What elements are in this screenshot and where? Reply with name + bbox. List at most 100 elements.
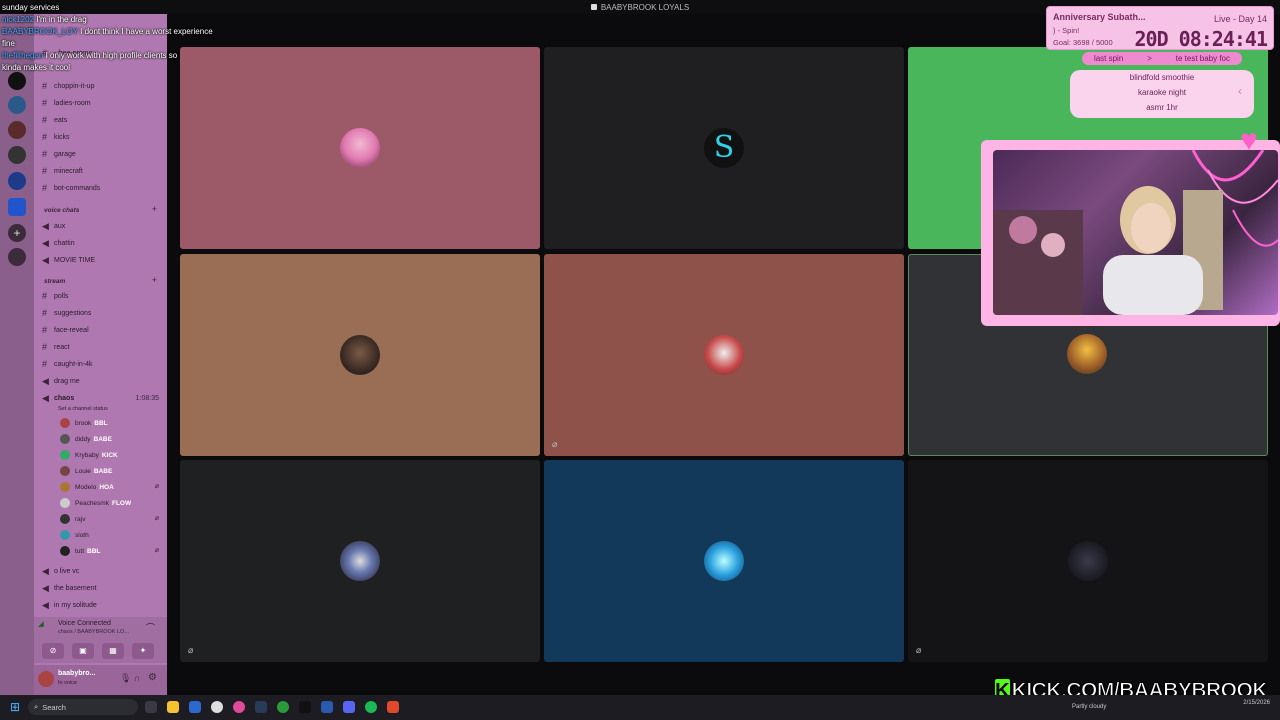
app-icon[interactable] — [189, 701, 201, 713]
voice-member[interactable]: rajv — [60, 512, 88, 526]
brave-icon[interactable] — [387, 701, 399, 713]
channel-item[interactable]: # polls — [42, 289, 68, 303]
voice-member[interactable]: Louie BABE — [60, 464, 112, 478]
spin-item: asmr 1hr — [1146, 103, 1178, 112]
channel-item[interactable]: # caught-in-4k — [42, 357, 93, 371]
app-root: BAABYBROOK LOYALS + # - free-promo - # cho… — [0, 0, 1280, 720]
activities-icon[interactable]: ▦ — [102, 643, 124, 659]
voice-connected-title: Voice Connected — [58, 620, 111, 627]
voice-channel-item[interactable]: ◀ chattin — [42, 236, 75, 250]
disconnect-icon[interactable]: ⌒ — [146, 621, 155, 634]
clock-date[interactable]: 2/15/2026 — [1243, 700, 1270, 707]
add-channel-icon[interactable]: + — [152, 204, 157, 214]
user-status: In voice — [58, 680, 77, 686]
taskbar-search[interactable]: ⌕ Search — [28, 699, 138, 715]
search-icon: ⌕ — [34, 702, 39, 711]
voice-member[interactable]: brook BBL — [60, 416, 108, 430]
participant-tile[interactable] — [180, 47, 540, 249]
avatar — [60, 482, 70, 492]
speaker-icon: ◀ — [42, 237, 49, 248]
avatar — [1068, 541, 1108, 581]
windows-start-icon[interactable]: ⊞ — [10, 701, 22, 713]
channel-item[interactable]: # suggestions — [42, 306, 91, 320]
mic-icon[interactable]: 🎙︎ — [120, 673, 131, 684]
spotify-icon[interactable] — [365, 701, 377, 713]
avatar — [340, 335, 380, 375]
server-icon[interactable] — [8, 198, 26, 216]
voice-member[interactable]: Krybaby KICK — [60, 448, 118, 462]
speaker-icon: ◀ — [42, 582, 49, 593]
hash-icon: # — [42, 166, 48, 176]
channel-item[interactable]: # face-reveal — [42, 323, 89, 337]
user-name: baabybro... — [58, 670, 96, 677]
server-icon[interactable] — [8, 146, 26, 164]
discord-icon[interactable] — [343, 701, 355, 713]
voice-member[interactable]: Peachesmk FLOW — [60, 496, 131, 510]
voice-channel-item[interactable]: ◀ in my solitude — [42, 598, 97, 612]
voice-channel-item[interactable]: ◀ o live vc — [42, 564, 79, 578]
obs-icon[interactable] — [211, 701, 223, 713]
gear-icon[interactable]: ⚙ — [148, 672, 157, 683]
file-explorer-icon[interactable] — [167, 701, 179, 713]
chat-message: BAABYBROOK_LOY I dont think I have a wor… — [2, 27, 213, 36]
channel-item[interactable]: # choppin-it-up — [42, 79, 94, 93]
participant-tile[interactable] — [180, 254, 540, 456]
hash-icon: # — [42, 115, 48, 125]
channel-item[interactable]: # ladies-room — [42, 96, 91, 110]
avatar — [340, 541, 380, 581]
channel-item[interactable]: # kicks — [42, 130, 70, 144]
channel-status[interactable]: Set a channel status — [58, 402, 108, 416]
category-voice-chats[interactable]: voice chats — [44, 207, 79, 214]
hash-icon: # — [42, 325, 48, 335]
taskbar: ⊞ ⌕ Search Partly cloudy 2/15/2026 — [0, 695, 1280, 720]
camera-off-icon[interactable]: ⊘ — [42, 643, 64, 659]
chevron-left-icon: ‹ — [1238, 84, 1242, 98]
participant-tile[interactable]: ⌀ — [544, 254, 904, 456]
category-stream[interactable]: stream — [44, 278, 65, 285]
voice-channel-item[interactable]: ◀ MOVIE TIME — [42, 253, 95, 267]
screen-share-icon[interactable]: ▣ — [72, 643, 94, 659]
channel-item[interactable]: # bot-commands — [42, 181, 100, 195]
voice-member[interactable]: tutt BBL — [60, 544, 100, 558]
channel-item[interactable]: # eats — [42, 113, 67, 127]
voice-member[interactable]: sloth — [60, 528, 92, 542]
voice-member[interactable]: Modelo HOA — [60, 480, 114, 494]
participant-tile[interactable] — [544, 460, 904, 662]
participant-tile[interactable]: S — [544, 47, 904, 249]
voice-connected-sub[interactable]: chaos / BAABYBROOK LO... — [58, 629, 129, 635]
app-icon[interactable] — [321, 701, 333, 713]
server-icon[interactable] — [8, 96, 26, 114]
participant-tile[interactable]: ⌀ — [180, 460, 540, 662]
add-server-icon[interactable]: + — [8, 224, 26, 242]
voice-connected-panel: ◢ Voice Connected chaos / BAABYBROOK LO.… — [34, 617, 167, 663]
weather-text[interactable]: Partly cloudy — [1072, 704, 1106, 710]
app-icon[interactable] — [233, 701, 245, 713]
hash-icon: # — [42, 183, 48, 193]
hash-icon: # — [42, 342, 48, 352]
xbox-icon[interactable] — [277, 701, 289, 713]
channel-item[interactable]: # minecraft — [42, 164, 83, 178]
steam-icon[interactable] — [255, 701, 267, 713]
server-icon[interactable] — [8, 121, 26, 139]
voice-channel-item[interactable]: ◀ drag me — [42, 374, 80, 388]
task-view-icon[interactable] — [145, 701, 157, 713]
avatar — [60, 530, 70, 540]
tiktok-icon[interactable] — [299, 701, 311, 713]
server-icon[interactable] — [8, 72, 26, 90]
avatar[interactable] — [38, 671, 54, 687]
voice-member[interactable]: diddy BABE — [60, 432, 112, 446]
mic-muted-icon: ⌀ — [154, 547, 159, 554]
speaker-icon: ◀ — [42, 254, 49, 265]
server-icon[interactable] — [8, 172, 26, 190]
subathon-widget: Anniversary Subath... ) - Spin! Goal: 36… — [1046, 6, 1274, 51]
channel-item[interactable]: # garage — [42, 147, 76, 161]
add-channel-icon[interactable]: + — [152, 275, 157, 285]
participant-tile[interactable]: ⌀ — [908, 460, 1268, 662]
headphones-icon[interactable]: ∩ — [134, 673, 140, 683]
channel-item[interactable]: # react — [42, 340, 70, 354]
voice-channel-item[interactable]: ◀ aux — [42, 219, 65, 233]
voice-channel-item[interactable]: ◀ the basement — [42, 581, 96, 595]
voice-timer: 1:08:35 — [135, 395, 159, 402]
discover-icon[interactable] — [8, 248, 26, 266]
soundboard-icon[interactable]: ✦ — [132, 643, 154, 659]
